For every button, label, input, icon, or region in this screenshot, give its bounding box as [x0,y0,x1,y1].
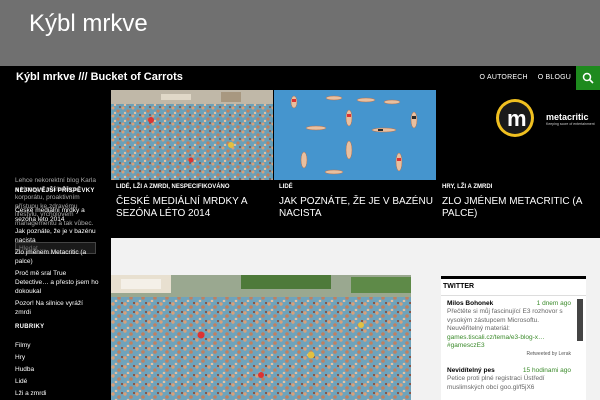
tweet: Milos Bohonek 1 dnem ago Přečtěte si můj… [447,300,571,359]
left-sidebar: Lehce nekorektní blog Karla a Honzy o ma… [0,90,111,400]
featured-post-card[interactable]: LIDÉ, LŽI A ZMRDI, NESPECIFIKOVÁNO ČESKÉ… [111,90,273,238]
metacritic-wordmark: metacritic [546,112,589,122]
recent-posts-heading: NEJNOVĚJŠÍ PŘÍSPĚVKY [15,188,95,194]
metacritic-tagline: Keeping score of entertainment [546,122,595,126]
recent-post-link[interactable]: Pozor! Na silnice vyráží zmrdi [15,299,99,317]
recent-post-link[interactable]: Jak poznáte, že je v bazénu nacista [15,227,99,245]
post-title[interactable]: JAK POZNÁTE, ŽE JE V BAZÉNU NACISTA [279,196,434,220]
categories-heading: RUBRIKY [15,324,45,330]
pool-swimmers-image[interactable] [274,90,436,180]
tweet-text: Přečtěte si můj fascinující E3 rozhovor … [447,308,563,333]
main-content: TWITTER Milos Bohonek 1 dnem ago Přečtět… [111,238,600,400]
widget-divider [441,295,586,296]
twitter-widget: TWITTER Milos Bohonek 1 dnem ago Přečtět… [441,276,586,400]
search-icon [582,72,594,84]
category-link[interactable]: Hry [15,353,99,362]
post-title[interactable]: ČESKÉ MEDIÁLNÍ MRDKY A SEZÓNA LÉTO 2014 [116,196,271,220]
tweet-retweet-info: Retweeted by Lerak [526,351,571,358]
featured-post-card[interactable]: m metacritic Keeping score of entertainm… [437,90,600,238]
main-menu: O AUTORECH O BLOGU [475,66,576,90]
featured-posts: LIDÉ, LŽI A ZMRDI, NESPECIFIKOVÁNO ČESKÉ… [111,90,600,238]
menu-item-about-blog[interactable]: O BLOGU [533,66,576,90]
recent-posts-list: České mediální mrdky a sezóna léto 2014 … [15,206,99,320]
svg-text:m: m [507,106,527,131]
metacritic-icon: m [496,99,534,137]
recent-post-link[interactable]: České mediální mrdky a sezóna léto 2014 [15,206,99,224]
post-featured-image[interactable] [111,275,411,400]
navigation-bar: Kýbl mrkve /// Bucket of Carrots O AUTOR… [0,66,600,90]
category-link[interactable]: Lži a zmrdi [15,389,99,398]
recent-post-link[interactable]: Zlo jménem Metacritic (a palce) [15,248,99,266]
site-banner-title[interactable]: Kýbl mrkve [29,10,148,38]
recent-post-link[interactable]: Proč mě sral True Detective… a přesto js… [15,269,99,296]
category-link[interactable]: Filmy [15,341,99,350]
pool-crowd-image[interactable] [111,90,273,180]
post-category[interactable]: HRY, LŽI A ZMRDI [442,184,492,190]
twitter-heading: TWITTER [443,283,475,290]
menu-item-about-authors[interactable]: O AUTORECH [475,66,533,90]
search-toggle-button[interactable] [576,66,600,90]
post-category[interactable]: LIDÉ, LŽI A ZMRDI, NESPECIFIKOVÁNO [116,184,230,190]
widget-scrollbar[interactable] [577,299,583,341]
site-title-link[interactable]: Kýbl mrkve /// Bucket of Carrots [16,71,183,83]
header-banner: Kýbl mrkve [0,0,600,66]
featured-post-card[interactable]: LIDÉ JAK POZNÁTE, ŽE JE V BAZÉNU NACISTA [274,90,436,238]
post-category[interactable]: LIDÉ [279,184,293,190]
metacritic-logo-image[interactable]: m metacritic Keeping score of entertainm… [437,90,600,180]
tweet-link[interactable]: games.tiscali.cz/tema/e3-blog-x… #gamesc… [447,334,571,351]
tweet: Nevidítelný pes 15 hodinami ago Petice p… [447,367,571,392]
tweet-text: Petice proti plné registraci Ústředí mus… [447,375,545,391]
widget-top-border [441,276,586,279]
categories-list: Filmy Hry Hudba Lidé Lži a zmrdi [15,341,99,400]
category-link[interactable]: Lidé [15,377,99,386]
post-title[interactable]: ZLO JMÉNEM METACRITIC (A PALCE) [442,196,597,220]
category-link[interactable]: Hudba [15,365,99,374]
